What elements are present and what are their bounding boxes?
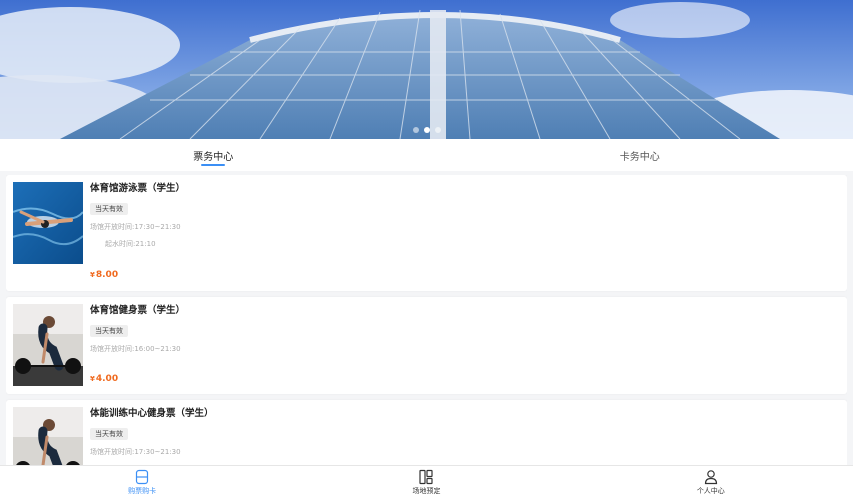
tab-label: 票务中心 xyxy=(193,151,234,163)
ticket-title: 体育馆健身票（学生） xyxy=(90,305,186,316)
ticket-title: 体能训练中心健身票（学生） xyxy=(90,408,214,419)
weightlifter-thumbnail xyxy=(13,304,83,386)
carousel-dot[interactable] xyxy=(434,127,441,133)
weightlifter-thumbnail xyxy=(13,407,83,467)
validity-badge: 当天有效 xyxy=(90,325,128,337)
open-time-text: 场馆开放时间:17:30~21:30 xyxy=(90,448,181,456)
carousel-dot-active[interactable] xyxy=(423,127,430,133)
ticket-price: ¥8.00 xyxy=(90,270,118,280)
open-time-text: 场馆开放时间:17:30~21:30 xyxy=(90,223,181,231)
person-icon xyxy=(704,470,717,485)
price-value: 8.00 xyxy=(95,270,119,280)
ticket-price: ¥4.00 xyxy=(90,374,118,384)
price-value: 4.00 xyxy=(95,374,119,384)
currency-symbol: ¥ xyxy=(90,271,95,279)
stadium-banner-image xyxy=(0,0,853,139)
nav-label: 个人中心 xyxy=(696,487,725,495)
bottom-navigation: 购票购卡 场地预定 个人中心 xyxy=(0,465,853,498)
venue-icon xyxy=(419,469,434,485)
validity-badge: 当天有效 xyxy=(90,428,128,440)
nav-personal-center[interactable]: 个人中心 xyxy=(569,466,853,498)
tab-ticket-center[interactable]: 票务中心 xyxy=(0,139,427,171)
nav-label: 购票购卡 xyxy=(128,487,157,495)
banner-carousel[interactable] xyxy=(0,0,853,139)
carousel-indicator xyxy=(0,127,853,133)
nav-label: 场地预定 xyxy=(412,487,441,495)
nav-venue-booking[interactable]: 场地预定 xyxy=(284,466,568,498)
tab-label: 卡务中心 xyxy=(619,151,660,163)
tab-bar: 票务中心 卡务中心 xyxy=(0,139,853,171)
currency-symbol: ¥ xyxy=(90,375,95,383)
ticket-card-swimming[interactable]: 体育馆游泳票（学生） 当天有效 场馆开放时间:17:30~21:30 起水时间:… xyxy=(6,175,847,291)
open-time-text: 场馆开放时间:16:00~21:30 xyxy=(90,345,181,353)
active-tab-indicator xyxy=(201,164,226,166)
swimmer-thumbnail xyxy=(13,182,83,264)
ticket-list[interactable]: 体育馆游泳票（学生） 当天有效 场馆开放时间:17:30~21:30 起水时间:… xyxy=(6,175,847,467)
exit-water-time-text: 起水时间:21:10 xyxy=(105,240,156,248)
validity-badge: 当天有效 xyxy=(90,203,128,215)
ticket-card-gym[interactable]: 体育馆健身票（学生） 当天有效 场馆开放时间:16:00~21:30 ¥4.00 xyxy=(6,297,847,394)
carousel-dot[interactable] xyxy=(412,127,419,133)
ticket-card-training-center[interactable]: 体能训练中心健身票（学生） 当天有效 场馆开放时间:17:30~21:30 xyxy=(6,400,847,467)
ticket-title: 体育馆游泳票（学生） xyxy=(90,183,186,194)
tab-card-center[interactable]: 卡务中心 xyxy=(427,139,853,171)
ticket-icon xyxy=(136,469,149,485)
nav-buy-tickets[interactable]: 购票购卡 xyxy=(0,466,284,498)
